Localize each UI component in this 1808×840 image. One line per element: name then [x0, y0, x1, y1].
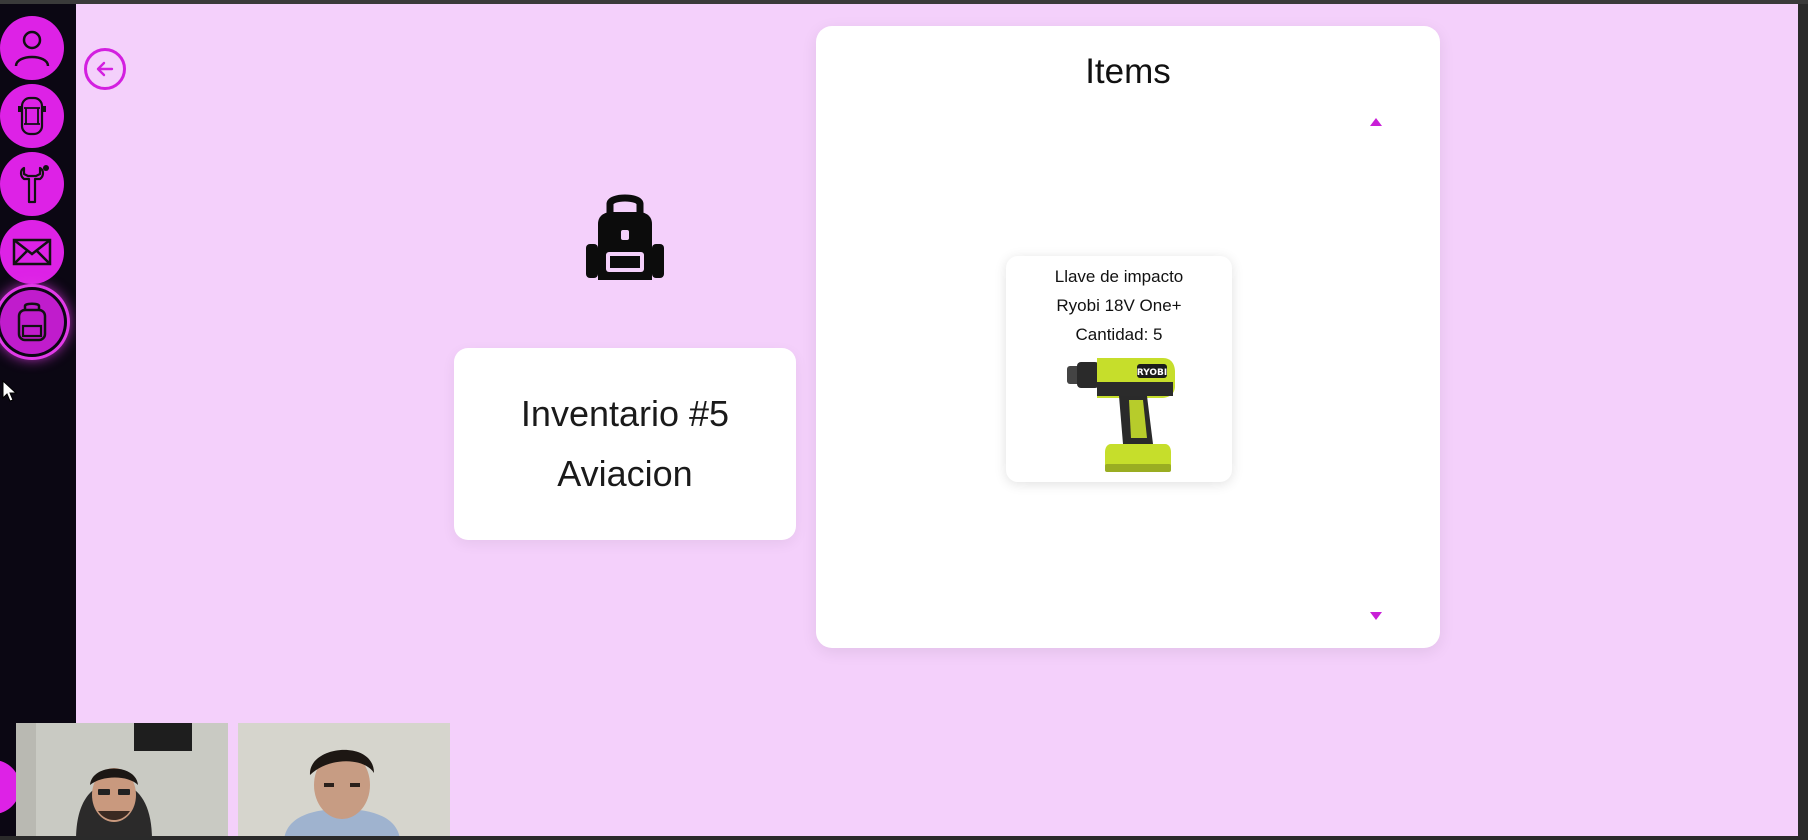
- impact-wrench-image: RYOBI: [1067, 358, 1175, 472]
- user-icon: [14, 30, 50, 67]
- item-name: Llave de impacto: [1054, 267, 1184, 286]
- svg-text:RYOBI: RYOBI: [1137, 368, 1168, 378]
- participant-2-video: [238, 723, 450, 840]
- inventory-title: Inventario #5: [520, 393, 730, 434]
- sidebar-item-vehicles[interactable]: [0, 84, 64, 148]
- arrow-left-icon: [96, 61, 114, 77]
- inventory-card: Inventario #5 Aviacion: [454, 348, 796, 540]
- wrench-icon: [19, 165, 49, 204]
- inventory-name: Aviacion: [557, 453, 693, 494]
- item-name-line2: Ryobi 18V One+: [1056, 296, 1182, 315]
- main-content: Inventario #5 Aviacion Items Llave de im…: [76, 4, 1808, 836]
- scroll-up-arrow-icon[interactable]: [1370, 118, 1382, 126]
- sidebar-item-messages[interactable]: [0, 220, 64, 284]
- back-button[interactable]: [84, 48, 126, 90]
- backpack-icon: [17, 302, 47, 342]
- items-panel: Items Llave de impacto Ryobi 18V One+ Ca…: [816, 26, 1440, 648]
- car-icon: [18, 96, 46, 136]
- window-right-border: [1798, 4, 1808, 836]
- sidebar-item-tools[interactable]: [0, 152, 64, 216]
- video-tile-participant-2: [238, 723, 450, 840]
- sidebar-item-inventory[interactable]: [0, 290, 64, 354]
- window-bottom-border: [0, 836, 1808, 840]
- video-tile-participant-1: [16, 723, 228, 840]
- scroll-down-arrow-icon[interactable]: [1370, 612, 1382, 620]
- mail-icon: [12, 238, 52, 266]
- sidebar: [0, 4, 76, 836]
- items-title: Items: [1085, 52, 1171, 91]
- item-card[interactable]: Llave de impacto Ryobi 18V One+ Cantidad…: [1006, 256, 1232, 482]
- participant-1-video: [16, 723, 228, 840]
- sidebar-item-profile[interactable]: [0, 16, 64, 80]
- mouse-cursor-icon: [2, 380, 18, 402]
- item-quantity: Cantidad: 5: [1075, 325, 1163, 344]
- backpack-icon: [586, 194, 664, 280]
